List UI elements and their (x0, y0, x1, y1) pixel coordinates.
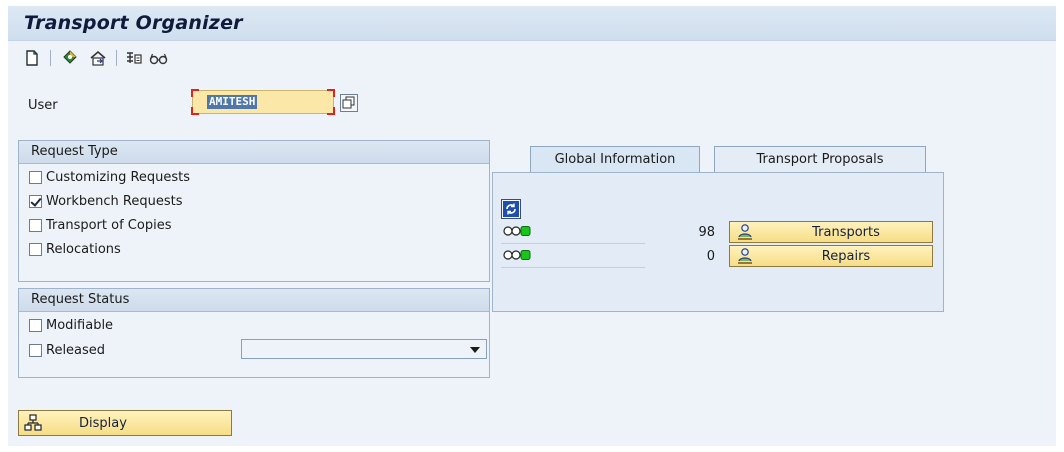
checkbox-workbench-requests[interactable]: Workbench Requests (29, 191, 183, 211)
transports-count: 98 (698, 225, 715, 240)
checkbox-label: Transport of Copies (46, 217, 172, 233)
checkbox[interactable] (29, 218, 42, 232)
user-label: User (28, 98, 58, 113)
tab-panel-global-information: 98 Transports 0 Repairs (492, 172, 944, 312)
status-row-repairs (501, 245, 645, 268)
focus-corner (327, 89, 335, 97)
user-input[interactable]: AMITESH (191, 89, 335, 115)
user-icon (736, 247, 754, 265)
repairs-count: 0 (706, 249, 715, 264)
display-button[interactable]: Display (18, 410, 232, 436)
focus-corner (191, 89, 199, 97)
request-type-title: Request Type (19, 141, 489, 164)
checkbox[interactable] (29, 318, 42, 332)
checkbox[interactable] (29, 170, 42, 184)
focus-corner (327, 107, 335, 115)
checkbox[interactable] (29, 194, 42, 208)
checkbox-released[interactable]: Released (29, 340, 105, 360)
multiple-selection-icon[interactable] (340, 94, 358, 112)
application-toolbar (8, 44, 1056, 72)
display-button-label: Display (79, 416, 127, 431)
repairs-button[interactable]: Repairs (729, 245, 933, 267)
toolbar-separator (116, 50, 117, 66)
checkbox-relocations[interactable]: Relocations (29, 239, 121, 259)
chevron-down-icon[interactable] (470, 347, 480, 353)
tasks-icon[interactable] (124, 48, 144, 68)
hierarchy-icon (23, 413, 43, 433)
checkbox[interactable] (29, 242, 42, 256)
status-lights-icon (503, 249, 533, 265)
user-icon (736, 223, 754, 241)
request-status-title: Request Status (19, 289, 489, 312)
tabstrip: Global Information Transport Proposals 9… (492, 146, 944, 312)
requests-icon[interactable] (60, 48, 80, 68)
checkbox-label: Released (46, 342, 106, 358)
focus-corner (191, 107, 199, 115)
transports-button[interactable]: Transports (729, 221, 933, 243)
checkbox-label: Workbench Requests (46, 193, 183, 209)
repairs-button-label: Repairs (821, 249, 871, 264)
checkbox-transport-of-copies[interactable]: Transport of Copies (29, 215, 171, 235)
transports-button-label: Transports (812, 225, 880, 240)
request-status-group: Request Status Modifiable Released (18, 288, 490, 378)
request-type-group: Request Type Customizing Requests Workbe… (18, 140, 490, 282)
checkbox-label: Relocations (46, 241, 121, 257)
sap-window: Transport Organizer User AMITESH Request (8, 6, 1056, 446)
status-row-transports (501, 221, 645, 244)
released-date-select[interactable] (241, 339, 487, 359)
title-bar: Transport Organizer (8, 6, 1056, 41)
new-document-icon[interactable] (22, 48, 42, 68)
checkbox-label: Modifiable (46, 317, 114, 333)
refresh-icon[interactable] (501, 199, 521, 219)
checkbox-label: Customizing Requests (46, 169, 191, 185)
glasses-icon[interactable] (148, 48, 168, 68)
checkbox[interactable] (29, 343, 42, 357)
status-lights-icon (503, 225, 533, 241)
tab-transport-proposals[interactable]: Transport Proposals (714, 146, 926, 172)
tab-global-information[interactable]: Global Information (530, 146, 700, 172)
page-title: Transport Organizer (24, 12, 243, 34)
checkbox-customizing-requests[interactable]: Customizing Requests (29, 167, 190, 187)
checkbox-modifiable[interactable]: Modifiable (29, 315, 113, 335)
user-input-value: AMITESH (207, 95, 258, 109)
home-transport-icon[interactable] (88, 48, 108, 68)
toolbar-separator (50, 50, 51, 66)
